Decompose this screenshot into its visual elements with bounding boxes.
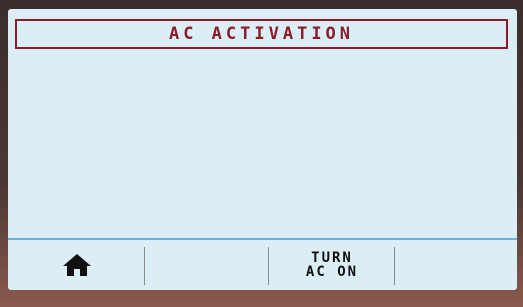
turn-ac-on-line1: TURN	[311, 250, 353, 266]
softkey-2-button[interactable]	[145, 240, 269, 290]
turn-ac-on-line2: AC ON	[305, 264, 359, 280]
turn-ac-on-label: TURN AC ON	[306, 251, 358, 279]
page-title: AC ACTIVATION	[168, 24, 355, 44]
turn-ac-on-button[interactable]: TURN AC ON	[269, 240, 395, 290]
device-bezel: AC ACTIVATION TURN AC ON	[0, 0, 523, 307]
softkey-bar: TURN AC ON	[8, 240, 517, 290]
content-area	[8, 51, 517, 237]
display-screen: AC ACTIVATION TURN AC ON	[8, 9, 517, 290]
home-button[interactable]	[8, 240, 145, 290]
title-bar: AC ACTIVATION	[15, 19, 508, 49]
home-icon	[62, 254, 91, 276]
softkey-4-button[interactable]	[395, 240, 517, 290]
